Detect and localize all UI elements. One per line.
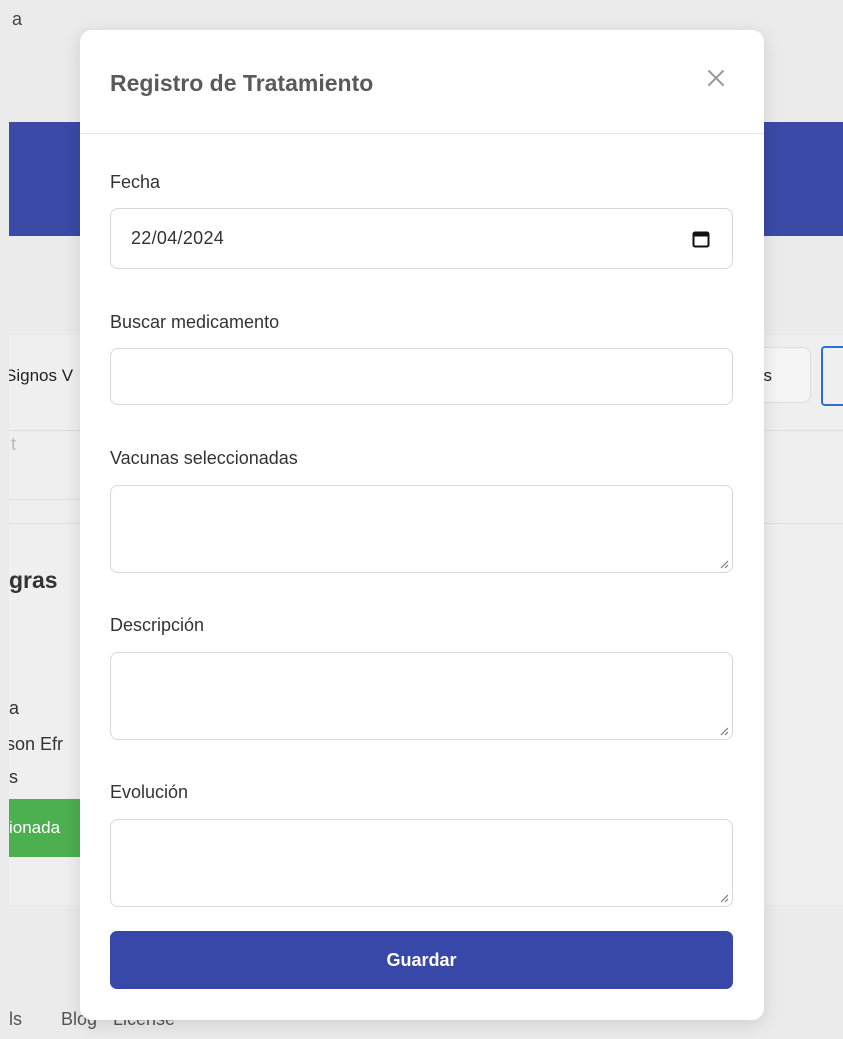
- modal-header: Registro de Tratamiento: [80, 30, 764, 134]
- background-line: s: [9, 767, 18, 787]
- buscar-medicamento-label: Buscar medicamento: [110, 312, 280, 332]
- tab-active-outline[interactable]: [821, 346, 843, 406]
- vacunas-textarea[interactable]: [110, 485, 733, 573]
- descripcion-textarea[interactable]: [110, 652, 733, 740]
- tab-signos-vitales[interactable]: Signos V: [9, 347, 73, 405]
- divider: [9, 499, 81, 500]
- calendar-icon[interactable]: [692, 230, 710, 248]
- background-line: son Efr: [9, 734, 64, 754]
- treatment-modal: Registro de Tratamiento Fecha 22/04/2024…: [80, 30, 764, 1020]
- fecha-label: Fecha: [110, 172, 161, 192]
- fecha-date-input[interactable]: 22/04/2024: [110, 208, 733, 269]
- buscar-medicamento-input[interactable]: [110, 348, 733, 405]
- background-top-text: a: [12, 9, 23, 29]
- background-faint-text: t: [11, 434, 17, 454]
- resize-grip-icon[interactable]: [719, 559, 729, 569]
- fecha-value: 22/04/2024: [131, 228, 225, 248]
- vacunas-label: Vacunas seleccionadas: [110, 448, 298, 468]
- resize-grip-icon[interactable]: [719, 893, 729, 903]
- evolucion-label: Evolución: [110, 782, 189, 802]
- status-badge: ionada: [9, 799, 81, 857]
- background-heading: gras: [9, 567, 58, 593]
- close-icon: [708, 70, 724, 86]
- descripcion-label: Descripción: [110, 615, 205, 635]
- modal-title: Registro de Tratamiento: [110, 70, 374, 96]
- footer-link[interactable]: ls: [9, 1009, 61, 1030]
- evolucion-textarea[interactable]: [110, 819, 733, 907]
- resize-grip-icon[interactable]: [719, 726, 729, 736]
- save-button[interactable]: Guardar: [110, 931, 733, 989]
- close-button[interactable]: [704, 66, 728, 90]
- background-line: a: [9, 698, 20, 718]
